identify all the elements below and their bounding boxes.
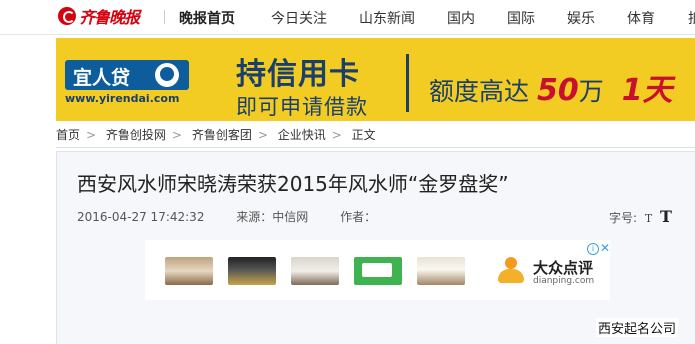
logo-text: 齐鲁晚报 [79, 8, 140, 27]
breadcrumb-divider [56, 147, 695, 148]
ad-amount: 额度高达 50万 1天 [429, 65, 673, 109]
ad-brand-box: 宜人贷 [65, 60, 189, 90]
article-title: 西安风水师宋晓涛荣获2015年风水师“金罗盘奖” [77, 172, 509, 196]
font-size-control: 字号: T T [609, 207, 672, 226]
logo-icon [58, 7, 76, 25]
nav-item-entertainment[interactable]: 娱乐 [567, 8, 595, 28]
article-author-label: 作者： [340, 210, 377, 224]
nav-item-shandong[interactable]: 山东新闻 [359, 8, 415, 28]
nav-divider [164, 10, 165, 24]
breadcrumb-separator: > [331, 128, 342, 142]
article-meta: 2016-04-27 17:42:32 来源：中信网 作者： [77, 208, 404, 225]
breadcrumb-separator: > [86, 128, 97, 142]
nav-item-sports[interactable]: 体育 [627, 8, 655, 28]
breadcrumb-news[interactable]: 企业快讯 [278, 128, 326, 142]
nav-item-home[interactable]: 晚报首页 [179, 8, 235, 28]
dianping-name[interactable]: 大众点评 [533, 257, 593, 278]
ad-amount-unit: 万 [578, 77, 604, 106]
ad-strip[interactable]: 大众点评 dianping.com i ✕ [145, 240, 610, 300]
ad-subline: 即可申请借款 [236, 95, 368, 119]
breadcrumb-home[interactable]: 首页 [56, 128, 80, 142]
breadcrumb-maker[interactable]: 齐鲁创客团 [192, 128, 252, 142]
info-icon[interactable]: i [587, 243, 599, 255]
font-small-button[interactable]: T [645, 212, 652, 225]
breadcrumb: 首页 > 齐鲁创投网 > 齐鲁创客团 > 企业快讯 > 正文 [56, 126, 382, 142]
close-icon[interactable]: ✕ [600, 241, 610, 255]
ad-amount-prefix: 额度高达 [429, 77, 530, 106]
ad-thumb-interior[interactable] [165, 257, 213, 285]
ad-amount-tail: 1天 [621, 73, 673, 108]
ad-divider [406, 54, 409, 112]
ad-amount-value: 50 [536, 73, 579, 108]
side-link-naming-company[interactable]: 西安起名公司 [596, 318, 679, 337]
ad-thumb-tag [362, 263, 392, 277]
article-source-label: 来源： [236, 210, 273, 224]
article-source[interactable]: 中信网 [272, 210, 308, 224]
article-panel: 西安风水师宋晓涛荣获2015年风水师“金罗盘奖” 2016-04-27 17:4… [56, 151, 695, 344]
site-logo[interactable]: 齐鲁晚报 [58, 5, 140, 27]
people-icon [155, 63, 179, 87]
font-size-label: 字号: [609, 211, 638, 225]
ad-thumb-living-room[interactable] [291, 257, 339, 285]
ad-brand: 宜人贷 www.yirendai.com [65, 60, 189, 108]
top-nav-bar: 齐鲁晚报 晚报首页 今日关注 山东新闻 国内 国际 娱乐 体育 抵 [0, 0, 695, 35]
ad-thumb-green-promo[interactable] [354, 257, 402, 285]
dianping-url: dianping.com [533, 276, 595, 286]
ad-brand-name: 宜人贷 [73, 67, 131, 89]
breadcrumb-separator: > [171, 128, 182, 142]
breadcrumb-current: 正文 [351, 128, 376, 142]
nav-item-domestic[interactable]: 国内 [447, 8, 475, 28]
ad-headline: 持信用卡 [236, 57, 360, 92]
article-datetime: 2016-04-27 17:42:32 [77, 210, 205, 224]
breadcrumb-venture[interactable]: 齐鲁创投网 [106, 128, 166, 142]
nav-item-truncated[interactable]: 抵 [688, 8, 695, 28]
font-large-button[interactable]: T [660, 207, 672, 226]
ad-thumb-bedroom[interactable] [417, 257, 465, 285]
nav-item-focus[interactable]: 今日关注 [271, 8, 327, 28]
nav-item-international[interactable]: 国际 [507, 8, 535, 28]
ad-banner-yirendai[interactable]: 宜人贷 www.yirendai.com 持信用卡 即可申请借款 额度高达 50… [56, 38, 695, 121]
dianping-logo-icon [498, 257, 528, 285]
ad-thumb-dark-promo[interactable] [228, 257, 276, 285]
ad-brand-url: www.yirendai.com [65, 92, 180, 105]
breadcrumb-separator: > [257, 128, 268, 142]
